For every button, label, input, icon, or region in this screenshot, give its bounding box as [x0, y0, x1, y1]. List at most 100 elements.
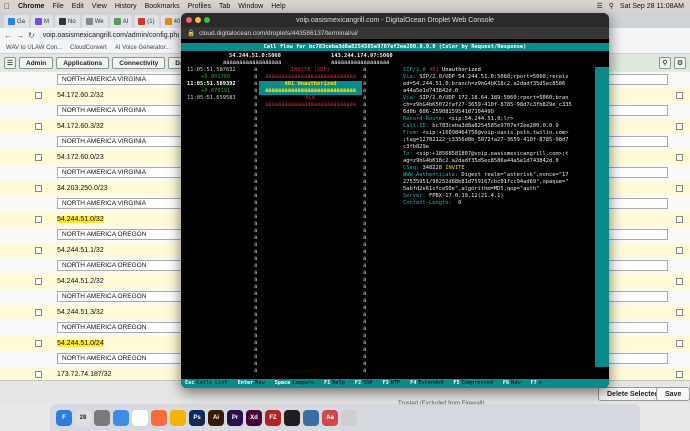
browser-tab[interactable]: (1): [134, 15, 159, 28]
region-select[interactable]: NORTH AMERICA VIRGINIA: [57, 167, 182, 178]
browser-tab[interactable]: Ga: [4, 15, 30, 28]
menu-view[interactable]: View: [88, 3, 111, 10]
region-select[interactable]: NORTH AMERICA VIRGINIA: [57, 74, 182, 85]
menu-window[interactable]: Window: [234, 3, 267, 10]
row-checkbox[interactable]: [35, 370, 42, 378]
row-checkbox[interactable]: [676, 277, 683, 285]
ip-range[interactable]: 54.244.51.2/32: [57, 278, 104, 285]
apple-menu-icon[interactable]: : [0, 2, 14, 11]
sip-flow-arrow[interactable]: ACK: [259, 95, 362, 102]
zone-select[interactable]: [604, 291, 668, 302]
row-checkbox[interactable]: [676, 153, 683, 161]
footer-action[interactable]: Compressed: [462, 380, 499, 387]
ip-range[interactable]: 54.244.51.0/24: [57, 339, 104, 347]
footer-action[interactable]: c: [539, 380, 548, 387]
row-checkbox[interactable]: [676, 215, 683, 223]
row-checkbox[interactable]: [676, 339, 683, 347]
region-select[interactable]: NORTH AMERICA OREGON: [57, 353, 182, 364]
dock-app-icon[interactable]: [132, 409, 148, 426]
row-checkbox[interactable]: [35, 277, 42, 285]
dock-app-icon[interactable]: [113, 409, 129, 426]
menu-file[interactable]: File: [48, 3, 67, 10]
admin-button[interactable]: Admin: [19, 57, 54, 69]
row-checkbox[interactable]: [676, 308, 683, 316]
menu-chrome[interactable]: Chrome: [14, 3, 48, 10]
menu-tab[interactable]: Tab: [215, 3, 234, 10]
dock-app-icon[interactable]: Pr: [227, 409, 243, 426]
home-icon[interactable]: ☰: [4, 57, 16, 69]
region-select[interactable]: NORTH AMERICA VIRGINIA: [57, 136, 182, 147]
ip-range[interactable]: 173.72.74.187/32: [57, 371, 112, 378]
zone-select[interactable]: [604, 74, 668, 85]
menu-help[interactable]: Help: [267, 3, 289, 10]
applications-button[interactable]: Applications: [56, 57, 110, 69]
settings-icon[interactable]: ⚙: [674, 57, 686, 69]
row-checkbox[interactable]: [35, 215, 42, 223]
wifi-icon[interactable]: ☰: [596, 2, 602, 10]
zone-select[interactable]: [604, 198, 668, 209]
row-checkbox[interactable]: [35, 91, 42, 99]
region-select[interactable]: NORTH AMERICA OREGON: [57, 260, 182, 271]
row-checkbox[interactable]: [35, 122, 42, 130]
dock-app-icon[interactable]: [151, 409, 167, 426]
dock-app-icon[interactable]: Aa: [322, 409, 338, 426]
search-icon[interactable]: ⚲: [659, 57, 671, 69]
reload-icon[interactable]: ↻: [28, 31, 35, 40]
ip-range[interactable]: 54.172.60.3/32: [57, 123, 104, 130]
sip-flow-arrow[interactable]: INVITE (SDP): [259, 67, 362, 74]
dock-app-icon[interactable]: Ai: [208, 409, 224, 426]
footer-action[interactable]: Help: [332, 380, 351, 387]
footer-key[interactable]: F4: [406, 380, 418, 387]
footer-key[interactable]: Esc: [181, 380, 196, 387]
dock-app-icon[interactable]: FZ: [265, 409, 281, 426]
footer-action[interactable]: Extended: [418, 380, 449, 387]
region-select[interactable]: NORTH AMERICA OREGON: [57, 291, 182, 302]
footer-key[interactable]: F2: [351, 380, 363, 387]
footer-action[interactable]: Compare: [292, 380, 320, 387]
footer-key[interactable]: F3: [378, 380, 390, 387]
region-select[interactable]: NORTH AMERICA OREGON: [57, 229, 182, 240]
footer-key[interactable]: F1: [320, 380, 332, 387]
browser-tab[interactable]: No: [55, 15, 80, 28]
sip-flow-arrow[interactable]: ääääääääääääääääääääääääääää: [259, 88, 362, 95]
ip-range[interactable]: 54.244.51.3/32: [57, 309, 104, 316]
zone-select[interactable]: [604, 229, 668, 240]
forward-icon[interactable]: →: [16, 31, 24, 40]
connectivity-button[interactable]: Connectivity: [112, 57, 166, 69]
bookmark-item[interactable]: AI Voice Generator...: [115, 45, 170, 51]
minimize-icon[interactable]: [195, 17, 201, 23]
dock-app-icon[interactable]: [284, 409, 300, 426]
zone-select[interactable]: [604, 260, 668, 271]
row-checkbox[interactable]: [35, 246, 42, 254]
terminal[interactable]: Call flow for bc783ceba3d8a8254585e9707e…: [181, 39, 609, 388]
menu-bookmarks[interactable]: Bookmarks: [141, 3, 184, 10]
row-checkbox[interactable]: [676, 246, 683, 254]
dock-app-icon[interactable]: [94, 409, 110, 426]
row-checkbox[interactable]: [676, 91, 683, 99]
url-field[interactable]: voip.oasismexicangrill.com/admin/config.…: [38, 30, 179, 40]
region-select[interactable]: NORTH AMERICA VIRGINIA: [57, 198, 182, 209]
search-icon[interactable]: ⚲: [609, 2, 614, 10]
sip-flow-arrow[interactable]: ääääääääääääääääääääääääääää: [259, 102, 362, 109]
bookmark-item[interactable]: CloudConvert: [70, 45, 107, 51]
row-checkbox[interactable]: [35, 153, 42, 161]
dock-app-icon[interactable]: Ps: [189, 409, 205, 426]
sip-flow-arrow[interactable]: ääääääääääääääääääääääääääää: [259, 74, 362, 81]
footer-action[interactable]: Raw: [511, 380, 526, 387]
footer-key[interactable]: Enter: [234, 380, 256, 387]
zone-select[interactable]: [604, 167, 668, 178]
footer-key[interactable]: F7: [526, 380, 538, 387]
close-icon[interactable]: [186, 17, 192, 23]
scrollbar[interactable]: [595, 67, 609, 367]
menu-profiles[interactable]: Profiles: [184, 3, 215, 10]
footer-action[interactable]: SDP: [363, 380, 378, 387]
menu-history[interactable]: History: [111, 3, 141, 10]
zone-select[interactable]: [604, 136, 668, 147]
zone-select[interactable]: [604, 322, 668, 333]
footer-action[interactable]: RTP: [391, 380, 406, 387]
back-icon[interactable]: ←: [4, 31, 12, 40]
browser-tab[interactable]: M: [31, 15, 54, 28]
browser-tab[interactable]: AI: [109, 15, 133, 28]
browser-tab[interactable]: We: [81, 15, 108, 28]
footer-action[interactable]: Calls List: [196, 380, 233, 387]
